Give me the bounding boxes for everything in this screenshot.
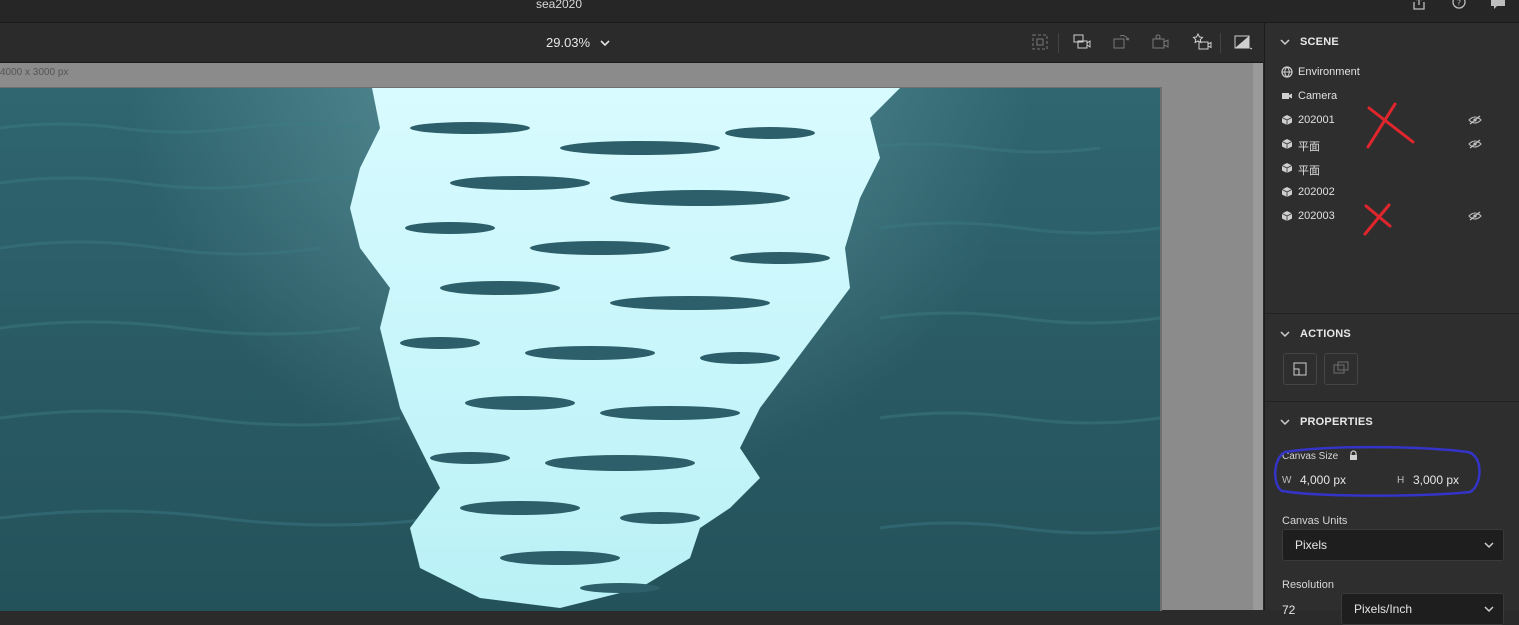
camera-bookmark-icon[interactable] <box>1191 32 1212 51</box>
scene-item[interactable]: 202001 <box>1279 111 1509 131</box>
scene-section-header[interactable]: SCENE <box>1265 33 1519 53</box>
rotate-view-icon[interactable] <box>1111 33 1131 51</box>
feedback-icon[interactable] <box>1489 0 1507 12</box>
cube-icon <box>1281 210 1293 222</box>
section-divider <box>1265 401 1519 402</box>
height-label: H <box>1397 475 1405 486</box>
scene-item-label: 平面 <box>1298 165 1320 177</box>
section-divider <box>1265 313 1519 314</box>
fit-canvas-button[interactable] <box>1283 353 1317 385</box>
camera-action-button[interactable] <box>1324 353 1358 385</box>
width-label: W <box>1282 475 1292 486</box>
chevron-down-icon <box>1483 603 1495 615</box>
render-preview[interactable] <box>0 87 1162 611</box>
scene-item-label: 202003 <box>1298 210 1335 222</box>
scene-item-label: Camera <box>1298 90 1338 102</box>
scene-item-label: 202002 <box>1298 186 1335 198</box>
visibility-off-icon[interactable] <box>1468 139 1482 149</box>
canvas-size-label: Canvas Size <box>1282 451 1339 462</box>
canvas-units-value: Pixels <box>1295 538 1328 552</box>
scene-item[interactable]: 202002 <box>1279 183 1509 203</box>
cube-icon <box>1281 162 1293 174</box>
height-value[interactable]: 3,000 px <box>1413 473 1459 487</box>
render-icon[interactable] <box>1233 33 1253 51</box>
scene-title: SCENE <box>1300 36 1339 48</box>
lock-icon[interactable] <box>1349 450 1358 461</box>
frame-icon[interactable] <box>1031 33 1051 51</box>
right-panel: SCENE Environment Camera 202001 平面 平面 202002 2… <box>1264 23 1519 625</box>
scene-item[interactable]: 平面 <box>1279 135 1509 155</box>
view-toolbar: 29.03% <box>0 23 1263 63</box>
properties-section-header[interactable]: PROPERTIES <box>1265 413 1519 433</box>
canvas-viewport[interactable]: 4000 x 3000 px <box>0 63 1263 611</box>
resolution-unit-select[interactable]: Pixels/Inch <box>1341 593 1504 625</box>
toolbar-divider <box>1220 33 1221 53</box>
cube-icon <box>1281 114 1293 126</box>
chevron-down-icon[interactable] <box>1279 328 1291 340</box>
help-icon[interactable]: ? <box>1450 0 1468 12</box>
resolution-unit-value: Pixels/Inch <box>1354 602 1413 616</box>
actions-title: ACTIONS <box>1300 328 1351 340</box>
chevron-down-icon[interactable] <box>1279 416 1291 428</box>
camera-copy-icon <box>1333 361 1349 374</box>
canvas-scrollbar[interactable] <box>1253 63 1263 610</box>
document-title: sea2020 <box>535 0 583 11</box>
scene-item[interactable]: 平面 <box>1279 159 1509 179</box>
toolbar-divider <box>1058 33 1059 53</box>
cube-icon <box>1281 186 1293 198</box>
resolution-value[interactable]: 72 <box>1282 603 1295 617</box>
scene-item[interactable]: Camera <box>1279 87 1509 107</box>
camera-view-icon[interactable] <box>1151 33 1171 51</box>
globe-icon <box>1281 66 1293 78</box>
zoom-level[interactable]: 29.03% <box>546 35 590 50</box>
ocean-image <box>0 88 1160 608</box>
width-value[interactable]: 4,000 px <box>1300 473 1346 487</box>
resolution-label: Resolution <box>1282 579 1334 591</box>
canvas-units-label: Canvas Units <box>1282 515 1348 527</box>
cube-icon <box>1281 138 1293 150</box>
svg-text:?: ? <box>1457 0 1461 8</box>
scene-item-label: Environment <box>1298 66 1360 78</box>
share-icon[interactable] <box>1410 0 1428 12</box>
chevron-down-icon <box>1483 539 1495 551</box>
properties-title: PROPERTIES <box>1300 416 1373 428</box>
scene-item-label: 平面 <box>1298 141 1320 153</box>
scene-item[interactable]: Environment <box>1279 63 1509 83</box>
canvas-dimensions-label: 4000 x 3000 px <box>0 67 69 78</box>
camera-fit-icon[interactable] <box>1072 33 1092 51</box>
actions-section-header[interactable]: ACTIONS <box>1265 325 1519 345</box>
visibility-off-icon[interactable] <box>1468 115 1482 125</box>
scene-item[interactable]: 202003 <box>1279 207 1509 227</box>
chevron-down-icon[interactable] <box>598 36 612 50</box>
camera-icon <box>1281 90 1293 102</box>
canvas-units-select[interactable]: Pixels <box>1282 529 1504 561</box>
title-bar: sea2020 ? <box>0 0 1519 23</box>
scene-item-label: 202001 <box>1298 114 1335 126</box>
chevron-down-icon[interactable] <box>1279 36 1291 48</box>
visibility-off-icon[interactable] <box>1468 211 1482 221</box>
crop-icon <box>1293 362 1307 376</box>
